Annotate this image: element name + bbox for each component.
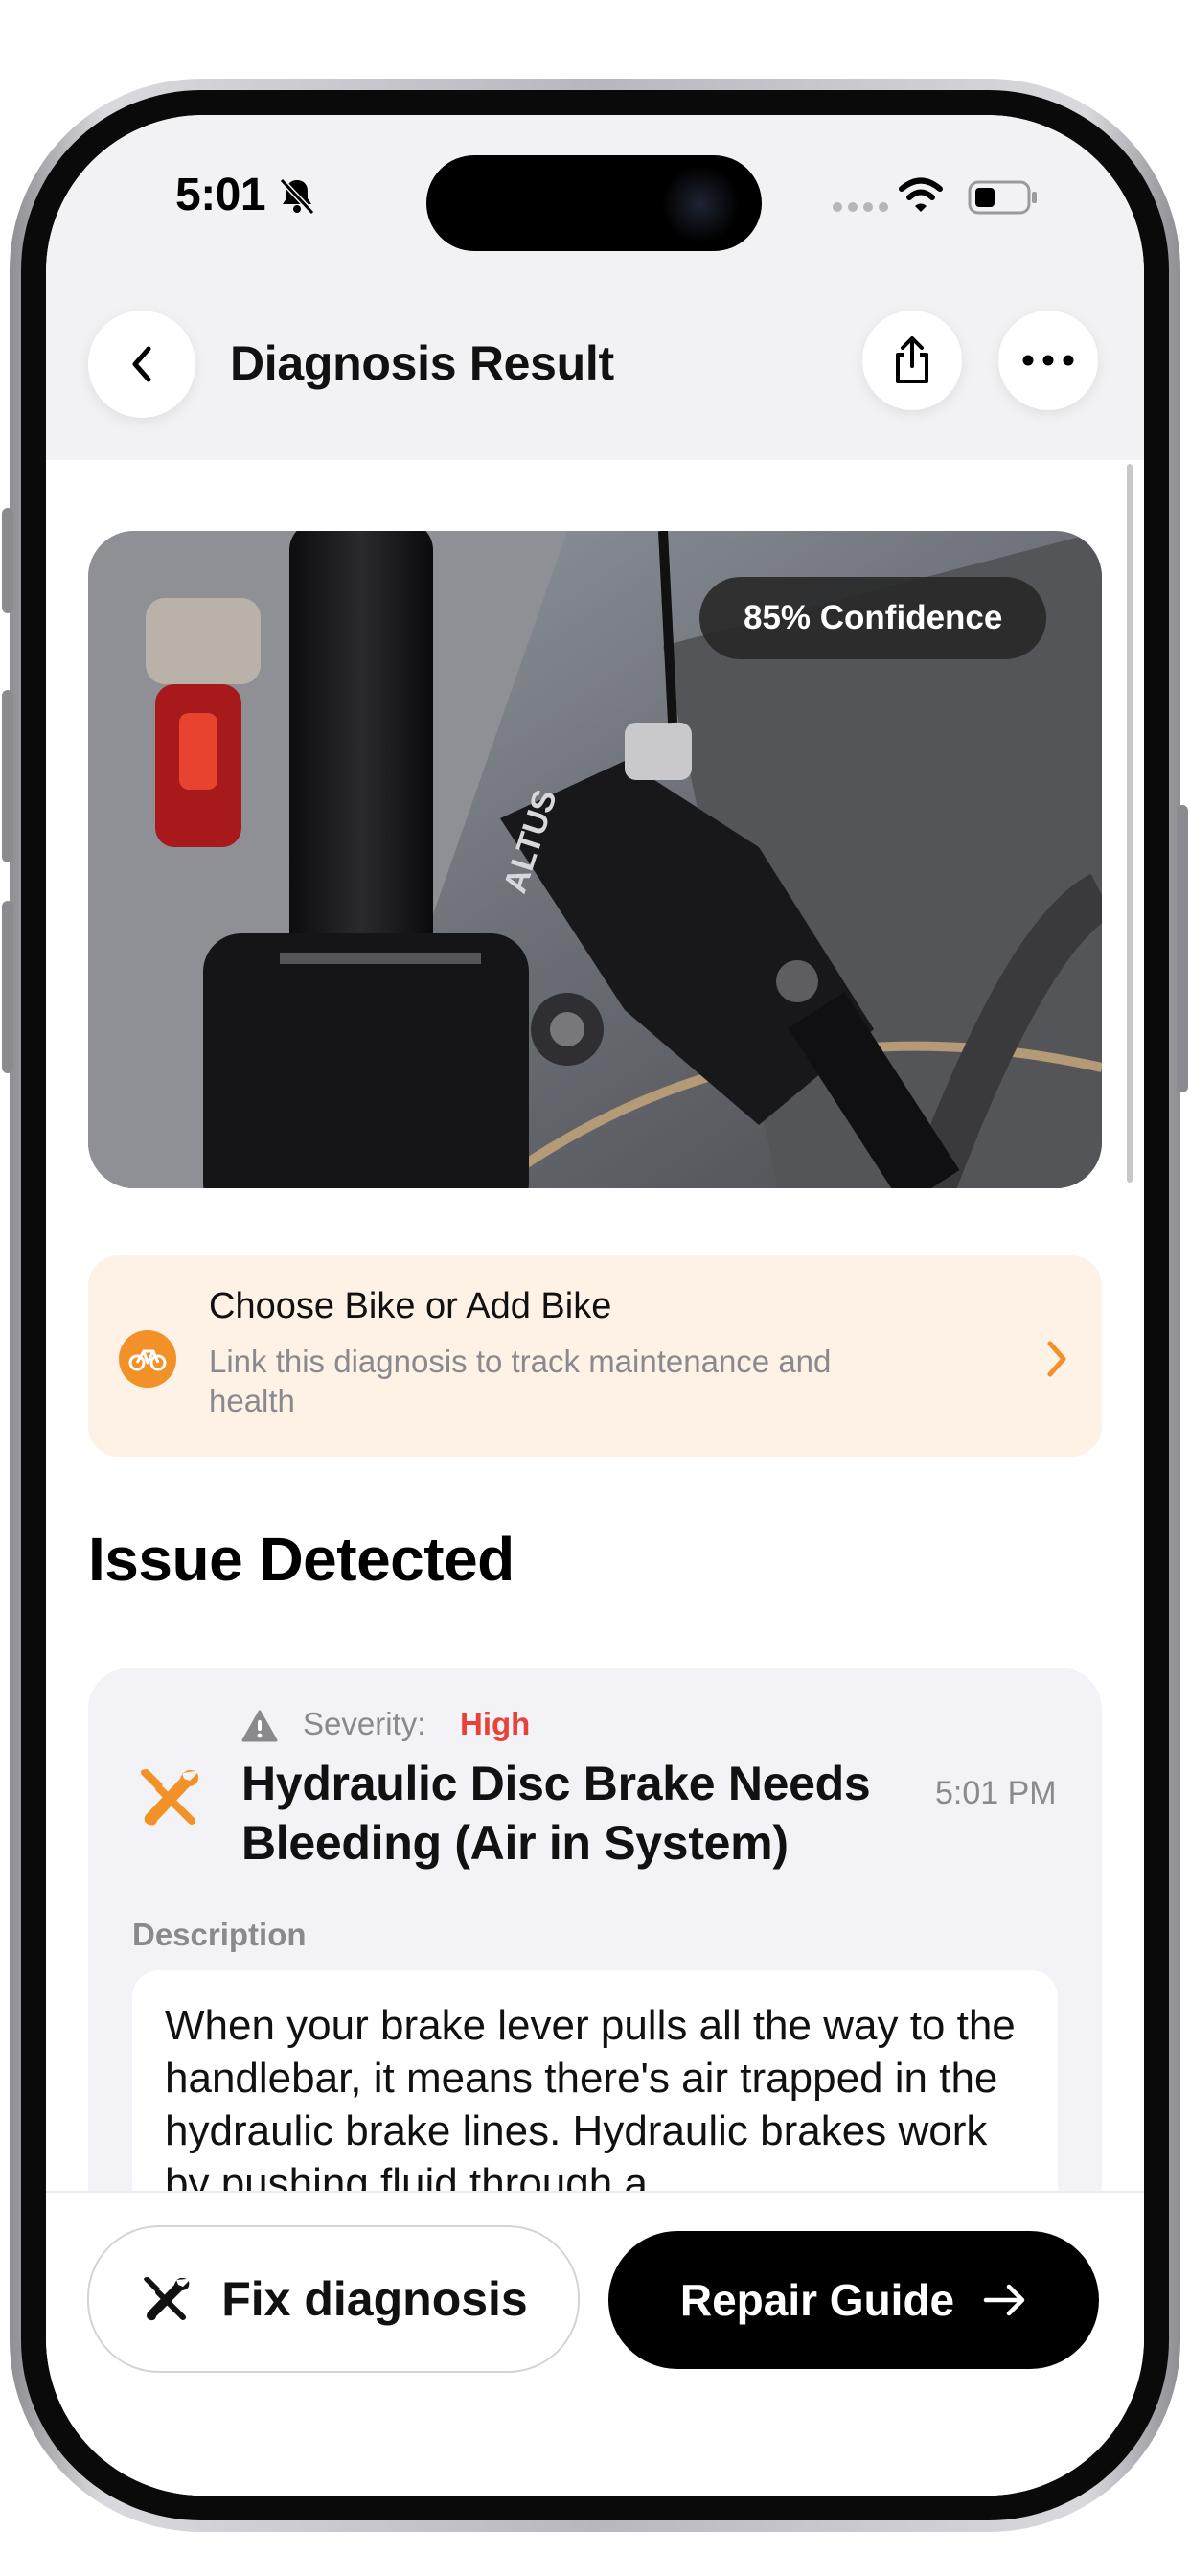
ellipsis-icon [1022, 355, 1074, 366]
description-text: When your brake lever pulls all the way … [165, 2002, 1016, 2207]
scroll-indicator[interactable] [1127, 464, 1133, 1183]
bicycle-glyph [128, 1349, 167, 1371]
page-title: Diagnosis Result [230, 336, 614, 390]
share-button[interactable] [862, 310, 962, 410]
repair-guide-button[interactable]: Repair Guide [608, 2231, 1099, 2369]
fix-diagnosis-label: Fix diagnosis [221, 2272, 528, 2326]
front-camera [661, 165, 740, 243]
phone-side-button [2, 901, 13, 1073]
wifi-icon [899, 177, 943, 212]
bell-slash-icon [279, 177, 315, 216]
phone-side-button [2, 508, 13, 613]
chevron-right-icon [1047, 1341, 1066, 1377]
choose-bike-title: Choose Bike or Add Bike [209, 1286, 612, 1326]
warning-icon [241, 1710, 278, 1742]
bike-icon [119, 1330, 176, 1388]
screen: 5:01 Diagnosis Result ALTUS 85% Confiden… [46, 115, 1144, 2496]
issue-section-heading: Issue Detected [88, 1525, 515, 1594]
issue-timestamp: 5:01 PM [935, 1775, 1057, 1811]
signal-icon [833, 202, 888, 212]
arrow-right-icon [983, 2284, 1025, 2316]
tools-icon [144, 2277, 190, 2321]
more-options-button[interactable] [998, 310, 1098, 410]
phone-side-button [2, 690, 13, 862]
fix-diagnosis-button[interactable]: Fix diagnosis [87, 2225, 580, 2373]
status-time: 5:01 [175, 170, 266, 220]
repair-guide-label: Repair Guide [679, 2275, 955, 2325]
chevron-left-icon [132, 346, 151, 382]
issue-title: Hydraulic Disc Brake Needs Bleeding (Air… [241, 1757, 871, 1870]
description-label: Description [132, 1917, 307, 1952]
wrench-screwdriver-icon [140, 1769, 198, 1826]
back-button[interactable] [88, 310, 195, 418]
phone-side-button [1177, 805, 1188, 1092]
severity-label: Severity: [303, 1706, 426, 1741]
share-icon [896, 336, 928, 383]
choose-bike-subtitle: Link this diagnosis to track maintenance… [209, 1344, 832, 1418]
battery-icon [968, 180, 1037, 215]
severity-value: High [460, 1706, 531, 1741]
confidence-badge: 85% Confidence [699, 577, 1047, 659]
